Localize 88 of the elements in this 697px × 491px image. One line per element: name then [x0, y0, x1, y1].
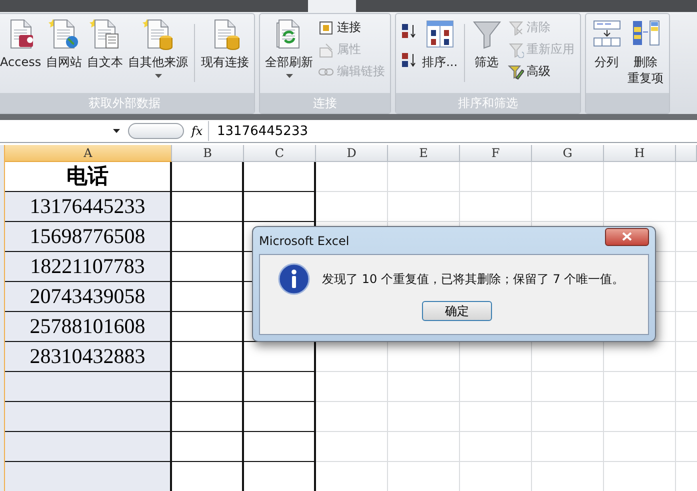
connection-icon	[318, 20, 334, 36]
insert-function-button[interactable]: fx	[186, 121, 209, 141]
table-cell	[172, 372, 244, 402]
table-cell	[244, 402, 316, 432]
ribbon-button[interactable]: 自文本	[85, 16, 126, 72]
table-cell	[460, 372, 532, 402]
sort-ascending-icon	[401, 23, 418, 39]
table-cell	[316, 192, 388, 222]
table-cell	[172, 342, 244, 372]
table-cell	[532, 192, 604, 222]
table-cell	[244, 162, 316, 192]
caret-icon	[286, 74, 293, 78]
table-cell	[460, 432, 532, 462]
column-header[interactable]: E	[388, 145, 460, 162]
table-cell	[532, 162, 604, 192]
table-cell: 20743439058	[5, 282, 172, 312]
table-cell	[604, 192, 676, 222]
active-ribbon-tab[interactable]	[308, 0, 356, 12]
caret-icon	[154, 74, 162, 78]
table-cell: 18221107783	[5, 252, 172, 282]
ribbon-button[interactable]: 连接	[316, 18, 388, 37]
ribbon-button[interactable]: 高级	[506, 62, 577, 81]
funnel-pencil-icon	[508, 64, 524, 80]
table-cell: 25788101608	[5, 312, 172, 342]
ribbon-button[interactable]: 分列	[588, 16, 625, 72]
table-cell	[604, 432, 676, 462]
table-cell	[316, 162, 388, 192]
table-cell	[316, 402, 388, 432]
ribbon-button[interactable]: 删除 重复项	[626, 16, 666, 88]
sort-icon	[424, 18, 456, 50]
table-cell	[532, 402, 604, 432]
table-cell	[316, 372, 388, 402]
document-lines-icon	[89, 18, 122, 50]
dialog-message: 发现了 10 个重复值，已将其删除；保留了 7 个唯一值。	[322, 270, 624, 288]
table-cell	[172, 432, 244, 462]
close-icon	[622, 232, 632, 241]
dialog-title: Microsoft Excel	[259, 234, 350, 248]
row-header[interactable]	[0, 462, 5, 491]
column-header[interactable]: D	[316, 145, 388, 162]
table-cell	[460, 402, 532, 432]
column-header[interactable]: A	[5, 145, 172, 162]
ribbon-button[interactable]: 自其他来源	[126, 16, 190, 80]
table-cell	[460, 162, 532, 192]
ribbon-button[interactable]: 现有连接	[199, 16, 252, 72]
table-cell	[460, 192, 532, 222]
table-cell	[388, 432, 460, 462]
ribbon-button[interactable]: 筛选	[468, 16, 505, 72]
ribbon-button[interactable]: 自网站	[44, 16, 84, 72]
table-cell	[604, 402, 676, 432]
ribbon-button[interactable]: 排序...	[420, 16, 460, 72]
table-cell	[172, 162, 244, 192]
column-header[interactable]: C	[244, 145, 316, 162]
table-cell: 28310432883	[5, 342, 172, 372]
info-icon	[278, 263, 310, 295]
caret-icon	[113, 129, 120, 133]
table-cell	[172, 192, 244, 222]
formula-input[interactable]: 13176445233	[209, 124, 308, 138]
properties-icon	[318, 42, 334, 58]
column-header[interactable]: H	[604, 145, 676, 162]
funnel-clear-icon	[508, 20, 524, 36]
funnel-reapply-icon	[508, 42, 524, 58]
formula-bar-divider-handle[interactable]	[128, 123, 184, 139]
column-header[interactable]: B	[172, 145, 244, 162]
table-cell: 13176445233	[5, 192, 172, 222]
table-cell	[172, 402, 244, 432]
close-button[interactable]	[605, 228, 649, 246]
table-cell	[388, 402, 460, 432]
table-cell	[244, 432, 316, 462]
table-cell	[388, 192, 460, 222]
table-cell	[388, 372, 460, 402]
table-cell	[244, 372, 316, 402]
column-header[interactable]	[676, 145, 697, 162]
sort-descending-icon	[401, 52, 418, 68]
document-globe-icon	[48, 18, 80, 50]
column-header[interactable]: G	[532, 145, 604, 162]
table-cell	[532, 372, 604, 402]
table-cell	[604, 162, 676, 192]
ribbon-button[interactable]: Access	[0, 16, 44, 72]
column-header[interactable]: F	[460, 145, 532, 162]
table-cell	[532, 432, 604, 462]
table-cell	[604, 372, 676, 402]
ok-button[interactable]: 确定	[422, 301, 492, 321]
table-cell	[316, 432, 388, 462]
select-all-corner[interactable]	[0, 145, 5, 162]
table-cell: 15698776508	[5, 222, 172, 252]
ribbon-button[interactable]: 全部刷新	[263, 16, 316, 80]
document-database-icon	[142, 18, 174, 50]
table-cell	[388, 162, 460, 192]
